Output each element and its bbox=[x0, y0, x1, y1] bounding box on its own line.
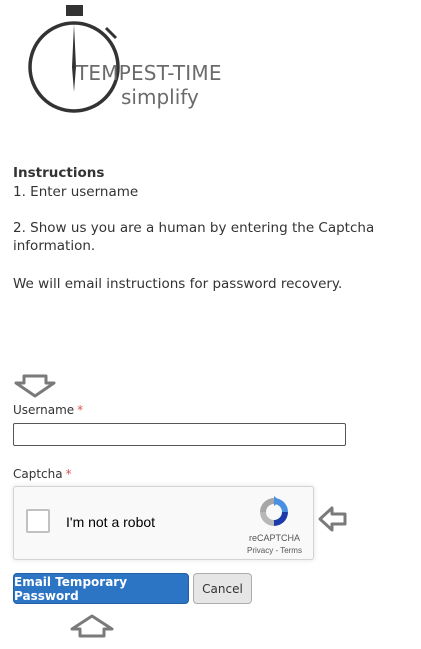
recaptcha-brand: reCAPTCHA bbox=[249, 533, 301, 543]
instruction-step-2: 2. Show us you are a human by entering t… bbox=[13, 220, 375, 254]
tempest-time-logo: TEMPEST-TIME simplify bbox=[22, 4, 232, 116]
recaptcha-logo-icon bbox=[260, 496, 288, 526]
cancel-button[interactable]: Cancel bbox=[193, 573, 252, 604]
recovery-note: We will email instructions for password … bbox=[13, 276, 343, 292]
recaptcha-checkbox-label: I'm not a robot bbox=[66, 514, 156, 530]
arrow-up-icon bbox=[70, 614, 114, 638]
recaptcha-checkbox[interactable] bbox=[26, 509, 50, 533]
username-input[interactable] bbox=[13, 423, 346, 446]
instructions-title: Instructions bbox=[13, 165, 105, 181]
email-temporary-password-button[interactable]: Email Temporary Password bbox=[13, 573, 189, 604]
captcha-label: Captcha * bbox=[13, 467, 72, 481]
stopwatch-logo-icon bbox=[28, 5, 120, 113]
instruction-step-1: 1. Enter username bbox=[13, 184, 139, 200]
arrow-left-icon bbox=[318, 506, 347, 532]
logo-title: TEMPEST-TIME bbox=[76, 61, 222, 85]
recaptcha-widget: I'm not a robot reCAPTCHA Privacy - Term… bbox=[13, 486, 314, 560]
recaptcha-privacy-terms[interactable]: Privacy - Terms bbox=[247, 546, 302, 555]
username-label: Username * bbox=[13, 403, 84, 417]
required-mark: * bbox=[65, 467, 72, 481]
required-mark: * bbox=[77, 403, 84, 417]
arrow-down-icon bbox=[14, 374, 56, 398]
logo-tagline: simplify bbox=[121, 85, 199, 109]
